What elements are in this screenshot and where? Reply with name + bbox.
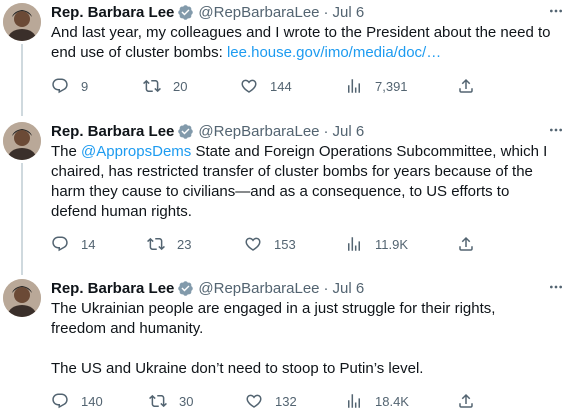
- separator: ·: [323, 122, 329, 140]
- verified-badge-icon: [178, 280, 194, 296]
- tweet-text-line: The US and Ukraine don’t need to stoop t…: [51, 359, 566, 379]
- avatar[interactable]: [3, 122, 41, 160]
- tweet-text: The @AppropsDems State and Foreign Opera…: [51, 142, 566, 222]
- retweet-button[interactable]: 23: [147, 235, 191, 253]
- tweet-text-line: And last year, my colleagues and I wrote…: [51, 23, 566, 43]
- verified-badge-icon: [178, 123, 194, 139]
- like-button[interactable]: 144: [240, 77, 292, 95]
- reply-icon: [52, 78, 68, 94]
- retweet-button[interactable]: 30: [149, 392, 193, 410]
- author-name[interactable]: Rep. Barbara Lee: [51, 123, 174, 140]
- views-icon: [348, 394, 360, 408]
- tweet-text-segment: And last year, my colleagues and I wrote…: [51, 24, 551, 41]
- tweet-header: Rep. Barbara Lee @RepBarbaraLee · Jul 6: [51, 2, 364, 22]
- reply-count: 140: [81, 393, 103, 409]
- like-count: 153: [274, 236, 296, 252]
- like-button[interactable]: 132: [245, 392, 297, 410]
- like-icon: [246, 394, 262, 408]
- like-count: 144: [270, 78, 292, 94]
- tweet-date[interactable]: Jul 6: [333, 4, 365, 21]
- tweet-actions: 9 20 144 7,391: [51, 77, 481, 97]
- retweet-icon: [149, 394, 167, 408]
- tweet-text-line: freedom and humanity.: [51, 319, 566, 339]
- author-name[interactable]: Rep. Barbara Lee: [51, 4, 174, 21]
- author-handle[interactable]: @RepBarbaraLee: [198, 280, 319, 297]
- tweet-text-line: end use of cluster bombs: lee.house.gov/…: [51, 43, 566, 63]
- author-name[interactable]: Rep. Barbara Lee: [51, 280, 174, 297]
- reply-icon: [52, 393, 68, 409]
- tweet-text-segment: harm they cause to civilians—and as a co…: [51, 183, 510, 200]
- retweet-count: 23: [177, 236, 192, 252]
- tweet-text-segment: The: [51, 143, 82, 160]
- tweet-text: The Ukrainian people are engaged in a ju…: [51, 299, 566, 379]
- tweet-text-line: chaired, has restricted transfer of clus…: [51, 162, 566, 182]
- reply-count: 9: [81, 78, 89, 94]
- reply-button[interactable]: 140: [51, 392, 103, 410]
- share-button[interactable]: [457, 392, 475, 410]
- more-options-icon[interactable]: [548, 122, 564, 138]
- tweet-link[interactable]: lee.house.gov/imo/media/doc/…: [227, 44, 441, 61]
- avatar[interactable]: [3, 3, 41, 41]
- retweet-button[interactable]: 20: [143, 77, 187, 95]
- verified-badge-icon: [178, 4, 194, 20]
- tweet-actions: 14 23 153 11.9K: [51, 235, 481, 255]
- retweet-count: 20: [173, 78, 188, 94]
- tweet-2[interactable]: Rep. Barbara Lee @RepBarbaraLee · Jul 6 …: [0, 119, 574, 275]
- tweet-text-line: harm they cause to civilians—and as a co…: [51, 182, 566, 202]
- tweet-header: Rep. Barbara Lee @RepBarbaraLee · Jul 6: [51, 121, 364, 141]
- thread-line: [21, 44, 23, 116]
- reply-button[interactable]: 14: [51, 235, 95, 253]
- tweet-text-segment: State and Foreign Operations Subcommitte…: [191, 143, 548, 160]
- avatar[interactable]: [3, 279, 41, 317]
- reply-button[interactable]: 9: [51, 77, 88, 95]
- tweet-text-line: The Ukrainian people are engaged in a ju…: [51, 299, 566, 319]
- share-button[interactable]: [457, 235, 475, 253]
- mention-link[interactable]: @AppropsDems: [81, 143, 191, 160]
- thread-line: [21, 163, 23, 275]
- retweet-icon: [143, 79, 161, 93]
- share-icon: [459, 393, 473, 408]
- share-icon: [459, 236, 473, 251]
- like-icon: [245, 237, 261, 251]
- tweet-text-segment: end use of cluster bombs:: [51, 44, 227, 61]
- views-icon: [348, 79, 360, 93]
- tweet-1[interactable]: Rep. Barbara Lee @RepBarbaraLee · Jul 6 …: [0, 0, 574, 116]
- author-handle[interactable]: @RepBarbaraLee: [198, 4, 319, 21]
- tweet-header: Rep. Barbara Lee @RepBarbaraLee · Jul 6: [51, 278, 364, 298]
- retweet-count: 30: [179, 393, 194, 409]
- tweet-date[interactable]: Jul 6: [333, 280, 365, 297]
- author-handle[interactable]: @RepBarbaraLee: [198, 123, 319, 140]
- share-button[interactable]: [457, 77, 475, 95]
- tweet-text-segment: freedom and humanity.: [51, 320, 204, 337]
- tweet-text-segment: defend human rights.: [51, 203, 192, 220]
- retweet-icon: [147, 237, 165, 251]
- separator: ·: [323, 279, 329, 297]
- more-options-icon[interactable]: [548, 279, 564, 295]
- tweet-text-segment: The Ukrainian people are engaged in a ju…: [51, 300, 496, 317]
- separator: ·: [323, 3, 329, 21]
- tweet-text-line: defend human rights.: [51, 202, 566, 222]
- views-button[interactable]: 7,391: [345, 77, 408, 95]
- views-count: 7,391: [375, 78, 408, 94]
- more-options-icon[interactable]: [548, 3, 564, 19]
- views-button[interactable]: 11.9K: [345, 235, 408, 253]
- tweet-text-line: The @AppropsDems State and Foreign Opera…: [51, 142, 566, 162]
- tweet-text-segment: The US and Ukraine don’t need to stoop t…: [51, 360, 424, 377]
- reply-icon: [52, 236, 68, 252]
- tweet-text: And last year, my colleagues and I wrote…: [51, 23, 566, 63]
- share-icon: [459, 78, 473, 93]
- like-button[interactable]: 153: [244, 235, 296, 253]
- views-button[interactable]: 18.4K: [345, 392, 409, 410]
- like-count: 132: [275, 393, 297, 409]
- views-icon: [348, 237, 360, 251]
- like-icon: [241, 79, 257, 93]
- views-count: 18.4K: [375, 393, 409, 409]
- views-count: 11.9K: [375, 236, 409, 252]
- tweet-text-segment: chaired, has restricted transfer of clus…: [51, 163, 533, 180]
- reply-count: 14: [81, 236, 96, 252]
- tweet-date[interactable]: Jul 6: [333, 123, 365, 140]
- tweet-3[interactable]: Rep. Barbara Lee @RepBarbaraLee · Jul 6 …: [0, 276, 574, 414]
- tweet-actions: 140 30 132 18.4K: [51, 392, 481, 412]
